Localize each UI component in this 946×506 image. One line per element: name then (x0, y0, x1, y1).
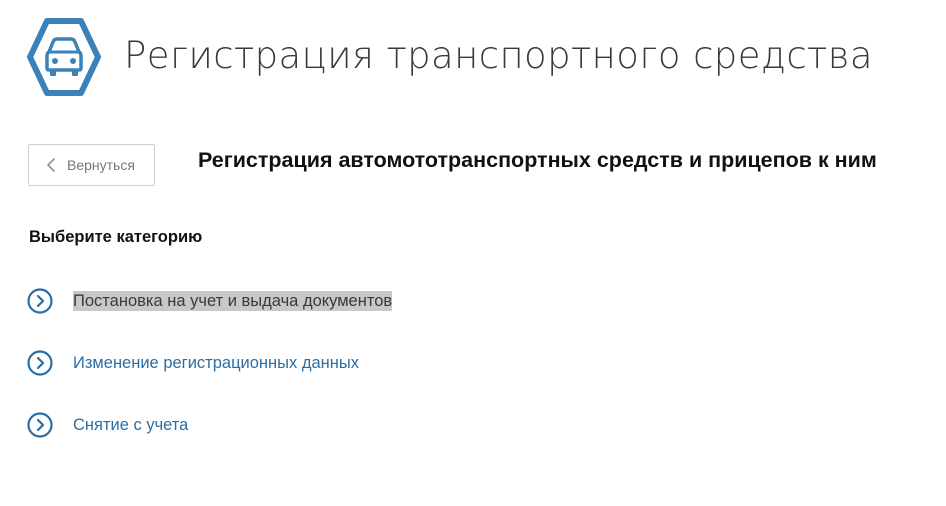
category-item-deregistration[interactable]: Снятие с учета (27, 411, 188, 439)
back-button-label: Вернуться (67, 157, 135, 173)
category-label[interactable]: Снятие с учета (73, 415, 188, 435)
chevron-right-circle-icon (27, 412, 53, 438)
category-label[interactable]: Изменение регистрационных данных (73, 353, 359, 373)
category-heading: Выберите категорию (29, 228, 203, 246)
section-title: Регистрация автомототранспортных средств… (198, 148, 877, 172)
logo (25, 16, 103, 98)
page-title: Регистрация транспортного средства (124, 34, 873, 77)
chevron-right-circle-icon (27, 288, 53, 314)
car-hexagon-icon (27, 18, 101, 96)
category-label[interactable]: Постановка на учет и выдача документов (73, 291, 393, 311)
chevron-left-icon (47, 158, 55, 172)
category-item-change-data[interactable]: Изменение регистрационных данных (27, 349, 359, 377)
category-item-registration[interactable]: Постановка на учет и выдача документов (27, 287, 393, 315)
chevron-right-circle-icon (27, 350, 53, 376)
back-button[interactable]: Вернуться (28, 144, 155, 186)
